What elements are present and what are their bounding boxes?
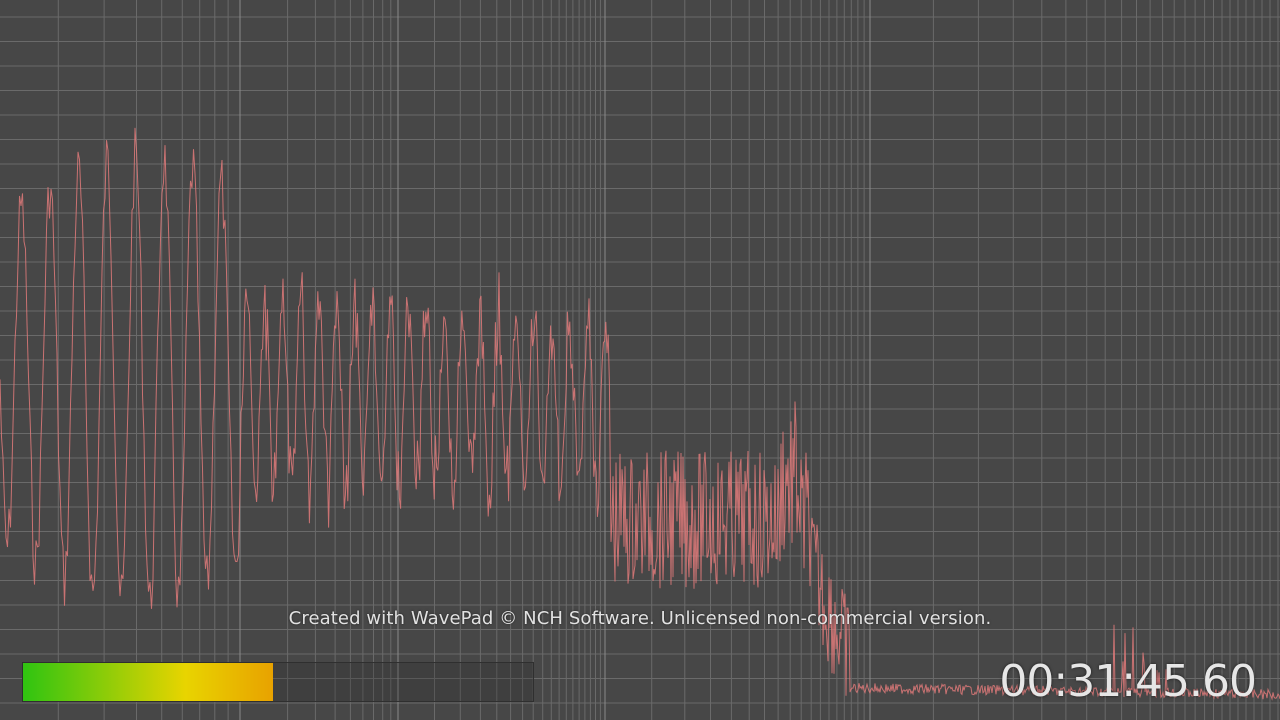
spectrum-analyzer-view: Created with WavePad © NCH Software. Unl… <box>0 0 1280 720</box>
watermark-text: Created with WavePad © NCH Software. Unl… <box>288 608 992 629</box>
level-meter <box>22 662 534 702</box>
level-meter-fill <box>23 663 273 701</box>
time-display: 00:31:45.60 <box>999 656 1257 707</box>
